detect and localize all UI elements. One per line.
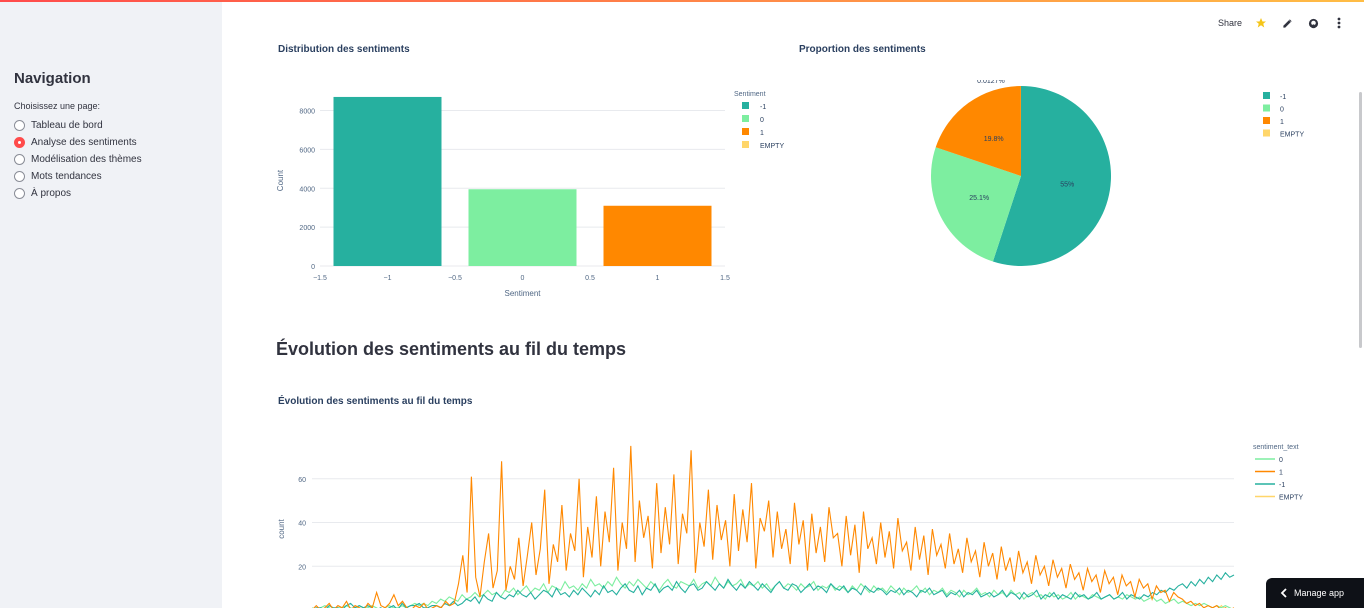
sidebar-item-tableau-de-bord[interactable]: Tableau de bord [14, 118, 103, 132]
x-axis-title: Sentiment [504, 289, 541, 298]
legend-label: 1 [760, 130, 764, 137]
y-tick-label: 6000 [299, 147, 315, 154]
legend-label: -1 [1280, 94, 1286, 101]
legend-title: Sentiment [734, 91, 766, 98]
sidebar-item-label: À propos [31, 187, 72, 199]
radio-button-selected[interactable] [14, 136, 25, 148]
manage-app-button[interactable]: Manage app [1266, 578, 1364, 608]
slice-label: 0.0127% [977, 80, 1005, 85]
series-line [311, 576, 1232, 608]
sidebar-item-label: Modélisation des thèmes [31, 153, 142, 165]
legend-swatch [1263, 92, 1270, 99]
legend-swatch [742, 102, 749, 109]
line-chart: 20 40 60 count sentiment_text 0 1 -1 EMPTY [277, 444, 1303, 608]
chevron-left-icon [1280, 588, 1288, 598]
more-vert-icon[interactable] [1332, 16, 1346, 30]
sidebar-item-mots-tendances[interactable]: Mots tendances [14, 169, 102, 183]
y-tick-label: 8000 [299, 109, 315, 116]
bar [603, 205, 712, 266]
sidebar-item-a-propos[interactable]: À propos [14, 186, 71, 200]
y-tick-label: 40 [298, 521, 306, 528]
line-chart-title: Évolution des sentiments au fil du temps [278, 396, 473, 407]
legend-label: 1 [1279, 470, 1283, 477]
legend-label: 1 [1280, 119, 1284, 126]
y-tick-label: 2000 [299, 225, 315, 232]
legend-swatch [742, 115, 749, 122]
x-tick-label: 0.5 [585, 275, 595, 282]
y-tick-label: 20 [298, 564, 306, 571]
y-axis-title: count [277, 518, 286, 538]
legend-swatch [1263, 129, 1270, 137]
section-heading: Évolution des sentiments au fil du temps [276, 339, 627, 359]
sidebar-item-label: Mots tendances [31, 170, 102, 182]
x-tick-label: 0 [521, 275, 525, 282]
slice-label: 25.1% [969, 195, 989, 202]
x-tick-label: 1 [656, 275, 660, 282]
share-button[interactable]: Share [1218, 18, 1242, 28]
pie-chart: 55% 25.1% 19.8% 0.0127% -1 0 1 EMPTY [931, 80, 1304, 266]
sidebar-item-label: Analyse des sentiments [31, 136, 137, 148]
legend-label: -1 [760, 104, 766, 111]
legend-label: EMPTY [1280, 132, 1304, 139]
slice-label: 19.8% [984, 136, 1004, 143]
pie-chart-title: Proportion des sentiments [799, 44, 926, 55]
radio-button[interactable] [14, 153, 25, 165]
github-icon[interactable] [1306, 16, 1320, 30]
sidebar-item-analyse-des-sentiments[interactable]: Analyse des sentiments [14, 135, 137, 149]
slice-label: 55% [1060, 181, 1074, 188]
scrollbar[interactable] [1359, 92, 1362, 348]
radio-group-label: Choisissez une page: [14, 101, 101, 111]
y-tick-label: 60 [298, 477, 306, 484]
legend-label: 0 [1280, 107, 1284, 114]
x-tick-label: −1.5 [313, 275, 327, 282]
sidebar-item-modelisation-des-themes[interactable]: Modélisation des thèmes [14, 152, 142, 166]
radio-button[interactable] [14, 170, 25, 182]
bar-chart: 0 2000 4000 6000 8000 −1.5 −1 −0.5 0 0.5 1 1.5 Senti… [276, 91, 784, 298]
x-tick-label: −1 [384, 275, 392, 282]
series-line [314, 571, 1235, 608]
x-tick-label: −0.5 [448, 275, 462, 282]
sidebar-item-label: Tableau de bord [31, 119, 103, 131]
radio-button[interactable] [14, 119, 25, 131]
legend-label: EMPTY [1279, 495, 1303, 502]
legend-label: 0 [1279, 457, 1283, 464]
legend-label: EMPTY [760, 143, 784, 150]
x-tick-label: 1.5 [720, 275, 730, 282]
legend-label: -1 [1279, 482, 1285, 489]
manage-app-label: Manage app [1294, 588, 1345, 598]
legend-swatch [1263, 104, 1270, 112]
star-icon[interactable] [1254, 16, 1268, 30]
legend-swatch [1263, 117, 1270, 124]
bar [333, 96, 442, 267]
series-line [313, 445, 1235, 608]
bar [468, 189, 577, 266]
y-axis-title: Count [276, 169, 285, 191]
y-tick-label: 0 [311, 264, 315, 271]
app-toolbar: Share [1218, 14, 1346, 32]
y-tick-label: 4000 [299, 186, 315, 193]
sidebar: Navigation Choisissez une page: Tableau … [0, 2, 222, 608]
legend-swatch [742, 128, 749, 135]
radio-button[interactable] [14, 187, 25, 199]
legend-label: 0 [760, 117, 764, 124]
legend-title: sentiment_text [1253, 444, 1299, 451]
legend-swatch [742, 141, 749, 148]
bar-chart-title: Distribution des sentiments [278, 44, 410, 55]
sidebar-title: Navigation [14, 70, 91, 87]
edit-icon[interactable] [1280, 16, 1294, 30]
